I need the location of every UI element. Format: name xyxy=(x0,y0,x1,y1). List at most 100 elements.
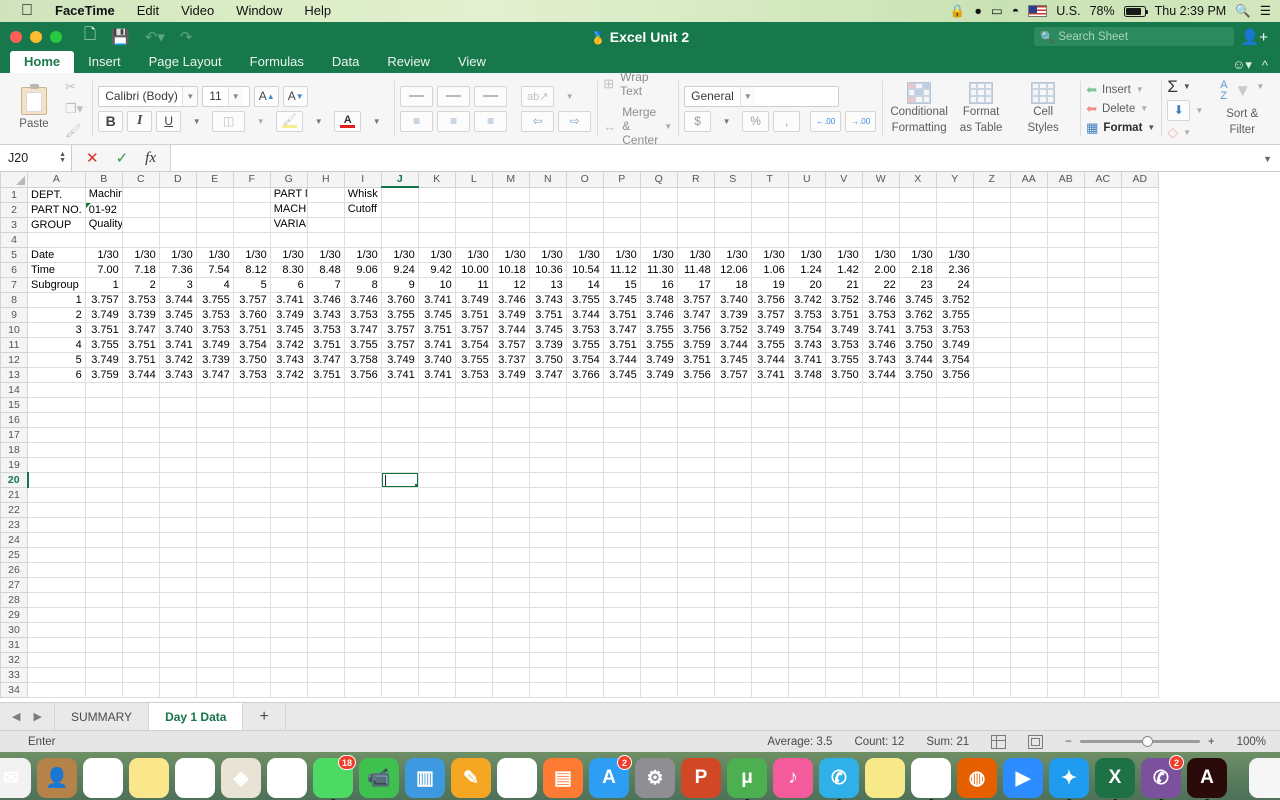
cell-S28[interactable] xyxy=(713,591,752,608)
column-header-p[interactable]: P xyxy=(602,172,641,188)
cell-AD16[interactable] xyxy=(1120,411,1159,428)
cancel-icon[interactable]: ✕ xyxy=(86,149,99,167)
dock-stickies-icon[interactable] xyxy=(865,758,905,798)
cell-K6[interactable]: 9.42 xyxy=(417,261,456,278)
dock-calendar-icon[interactable]: 1 xyxy=(83,758,123,798)
cell-Q16[interactable] xyxy=(639,411,678,428)
lock-icon[interactable]: 🔒 xyxy=(950,0,966,22)
cell-L7[interactable]: 11 xyxy=(454,276,493,293)
cell-K13[interactable]: 3.741 xyxy=(417,366,456,383)
cell-J19[interactable] xyxy=(380,456,419,473)
cell-H25[interactable] xyxy=(306,546,345,563)
cell-S7[interactable]: 18 xyxy=(713,276,752,293)
row-header-26[interactable]: 26 xyxy=(0,561,28,578)
cell-S27[interactable] xyxy=(713,576,752,593)
cell-AA24[interactable] xyxy=(1009,531,1048,548)
cell-M24[interactable] xyxy=(491,531,530,548)
align-middle-icon[interactable] xyxy=(437,85,471,107)
cell-K16[interactable] xyxy=(417,411,456,428)
dock-firefox-icon[interactable]: ◍ xyxy=(957,758,997,798)
cell-O14[interactable] xyxy=(565,381,604,398)
cell-P27[interactable] xyxy=(602,576,641,593)
bold-button[interactable]: B xyxy=(98,110,124,132)
cell-I7[interactable]: 8 xyxy=(343,276,382,293)
cell-J5[interactable]: 1/30 xyxy=(380,246,419,263)
cell-Z20[interactable] xyxy=(972,471,1011,488)
cell-I28[interactable] xyxy=(343,591,382,608)
row-header-33[interactable]: 33 xyxy=(0,666,28,683)
cell-N15[interactable] xyxy=(528,396,567,413)
cell-X20[interactable] xyxy=(898,471,937,488)
cell-S12[interactable]: 3.745 xyxy=(713,351,752,368)
cell-P7[interactable]: 15 xyxy=(602,276,641,293)
cell-S23[interactable] xyxy=(713,516,752,533)
delete-cells-button[interactable]: ⬅ Delete ▼ xyxy=(1086,101,1155,117)
cell-F3[interactable] xyxy=(232,216,271,233)
select-all-corner[interactable] xyxy=(0,172,28,188)
cell-AC14[interactable] xyxy=(1083,381,1122,398)
cell-Q11[interactable]: 3.755 xyxy=(639,336,678,353)
row-header-27[interactable]: 27 xyxy=(0,576,28,593)
cell-S24[interactable] xyxy=(713,531,752,548)
cell-AC24[interactable] xyxy=(1083,531,1122,548)
cell-T1[interactable] xyxy=(750,186,789,203)
cell-U26[interactable] xyxy=(787,561,826,578)
increase-decimal-button[interactable]: → .00 xyxy=(845,110,877,132)
cell-K1[interactable] xyxy=(417,186,456,203)
cell-I3[interactable] xyxy=(343,216,382,233)
cell-M13[interactable]: 3.749 xyxy=(491,366,530,383)
cell-B15[interactable] xyxy=(84,396,123,413)
prev-sheet-icon[interactable]: ◀ xyxy=(12,710,20,723)
cell-E22[interactable] xyxy=(195,501,234,518)
cell-E27[interactable] xyxy=(195,576,234,593)
cell-AA33[interactable] xyxy=(1009,666,1048,683)
cell-H34[interactable] xyxy=(306,681,345,698)
cell-F8[interactable]: 3.757 xyxy=(232,291,271,308)
cell-Q2[interactable] xyxy=(639,201,678,218)
cell-Z11[interactable] xyxy=(972,336,1011,353)
cell-AC20[interactable] xyxy=(1083,471,1122,488)
smiley-icon[interactable]: ☺▾ xyxy=(1232,57,1252,73)
cell-K10[interactable]: 3.751 xyxy=(417,321,456,338)
cell-H6[interactable]: 8.48 xyxy=(306,261,345,278)
align-center-icon[interactable]: ≡ xyxy=(437,110,471,132)
cell-Z12[interactable] xyxy=(972,351,1011,368)
cell-I25[interactable] xyxy=(343,546,382,563)
cell-R15[interactable] xyxy=(676,396,715,413)
cell-W5[interactable]: 1/30 xyxy=(861,246,900,263)
cell-A7[interactable]: Subgroup xyxy=(27,276,86,293)
cell-H22[interactable] xyxy=(306,501,345,518)
cell-Q28[interactable] xyxy=(639,591,678,608)
row-header-7[interactable]: 7 xyxy=(0,276,28,293)
cell-R30[interactable] xyxy=(676,621,715,638)
cell-A23[interactable] xyxy=(27,516,86,533)
cell-D11[interactable]: 3.741 xyxy=(158,336,197,353)
row-header-10[interactable]: 10 xyxy=(0,321,28,338)
cell-M18[interactable] xyxy=(491,441,530,458)
cell-A27[interactable] xyxy=(27,576,86,593)
cell-G16[interactable] xyxy=(269,411,308,428)
cell-F34[interactable] xyxy=(232,681,271,698)
cell-Q10[interactable]: 3.755 xyxy=(639,321,678,338)
cell-T12[interactable]: 3.744 xyxy=(750,351,789,368)
cell-V26[interactable] xyxy=(824,561,863,578)
cell-K8[interactable]: 3.741 xyxy=(417,291,456,308)
cell-O4[interactable] xyxy=(565,231,604,248)
cell-AD5[interactable] xyxy=(1120,246,1159,263)
cell-V27[interactable] xyxy=(824,576,863,593)
cell-AC19[interactable] xyxy=(1083,456,1122,473)
cell-W12[interactable]: 3.743 xyxy=(861,351,900,368)
cell-AA19[interactable] xyxy=(1009,456,1048,473)
cell-J15[interactable] xyxy=(380,396,419,413)
cell-H10[interactable]: 3.753 xyxy=(306,321,345,338)
cell-AD26[interactable] xyxy=(1120,561,1159,578)
cell-U32[interactable] xyxy=(787,651,826,668)
cell-U20[interactable] xyxy=(787,471,826,488)
tab-insert[interactable]: Insert xyxy=(74,51,135,73)
column-header-c[interactable]: C xyxy=(121,172,160,188)
cell-D16[interactable] xyxy=(158,411,197,428)
cell-J31[interactable] xyxy=(380,636,419,653)
cell-J30[interactable] xyxy=(380,621,419,638)
cell-I34[interactable] xyxy=(343,681,382,698)
cell-A5[interactable]: Date xyxy=(27,246,86,263)
